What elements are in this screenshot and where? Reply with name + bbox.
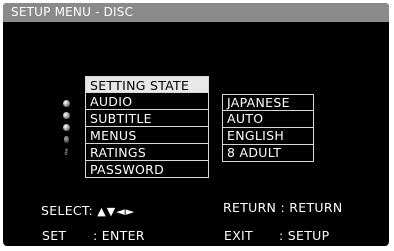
menu-header-setting-state[interactable]: SETTING STATE — [85, 76, 209, 93]
value-menus[interactable]: ENGLISH — [222, 128, 314, 145]
settings-values: JAPANESE AUTO ENGLISH 8 ADULT — [222, 94, 314, 162]
menu-item-audio[interactable]: AUDIO — [85, 93, 209, 110]
menu-item-subtitle[interactable]: SUBTITLE — [85, 110, 209, 127]
screen-title: SETUP MENU - DISC — [3, 3, 389, 22]
value-audio[interactable]: JAPANESE — [222, 94, 314, 111]
menu-item-menus[interactable]: MENUS — [85, 127, 209, 144]
exit-value: : SETUP — [279, 228, 330, 243]
key-icon: ⚷ — [63, 147, 69, 156]
return-hint: RETURN : RETURN — [223, 200, 343, 215]
set-value: : ENTER — [93, 228, 145, 243]
exit-label: EXIT — [224, 228, 253, 243]
menu-icons: ⚷ — [60, 95, 72, 160]
dvd-setup-screen: SETUP MENU - DISC ⚷ SETTING STATE AUDIO … — [3, 3, 389, 246]
select-label: SELECT: — [41, 203, 93, 218]
value-ratings[interactable]: 8 ADULT — [222, 145, 314, 162]
select-hint: SELECT: ▲▼◄► — [41, 203, 135, 218]
disc-icon — [62, 100, 70, 107]
settings-menu: SETTING STATE AUDIO SUBTITLE MENUS RATIN… — [85, 76, 209, 178]
value-subtitle[interactable]: AUTO — [222, 111, 314, 128]
menu-item-ratings[interactable]: RATINGS — [85, 144, 209, 161]
disc-icon — [62, 124, 70, 131]
lock-icon — [63, 136, 69, 143]
menu-item-password[interactable]: PASSWORD — [85, 161, 209, 178]
set-label: SET — [42, 228, 67, 243]
arrow-keys-icon: ▲▼◄► — [97, 205, 136, 218]
disc-icon — [62, 112, 70, 119]
